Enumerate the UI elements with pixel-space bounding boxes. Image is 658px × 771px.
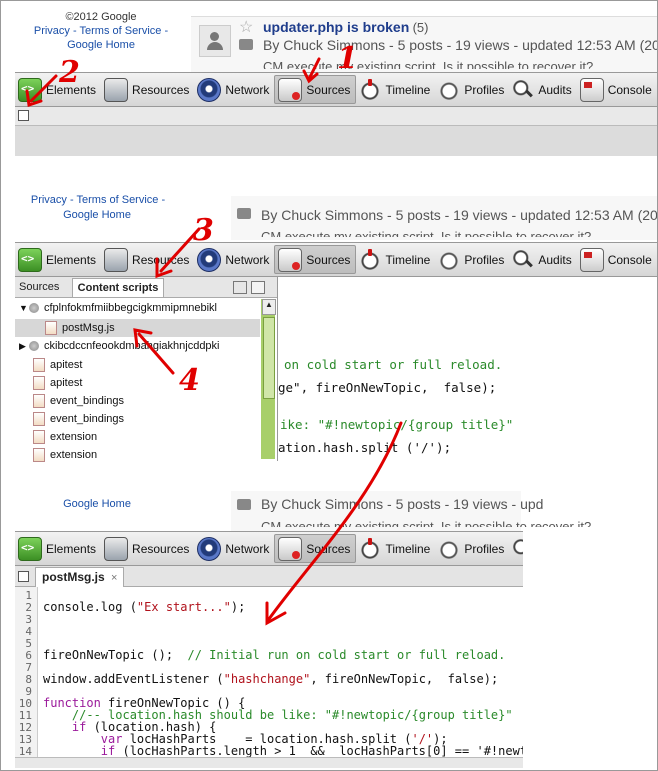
annotation-label-3: 3 <box>193 213 214 248</box>
annotation-arrow-2 <box>29 74 58 103</box>
annotation-overlay <box>25 57 403 626</box>
annotation-arrow-4 <box>137 332 175 375</box>
screenshot-frame: ©2012 Google Privacy - Terms of Service … <box>0 0 658 771</box>
annotation-arrow-long <box>267 421 403 621</box>
annotation-arrowhead-long <box>265 601 287 626</box>
annotation-label-1: 1 <box>337 41 358 76</box>
annotation-label-4: 4 <box>179 363 200 398</box>
annotation-label-2: 2 <box>59 55 80 90</box>
